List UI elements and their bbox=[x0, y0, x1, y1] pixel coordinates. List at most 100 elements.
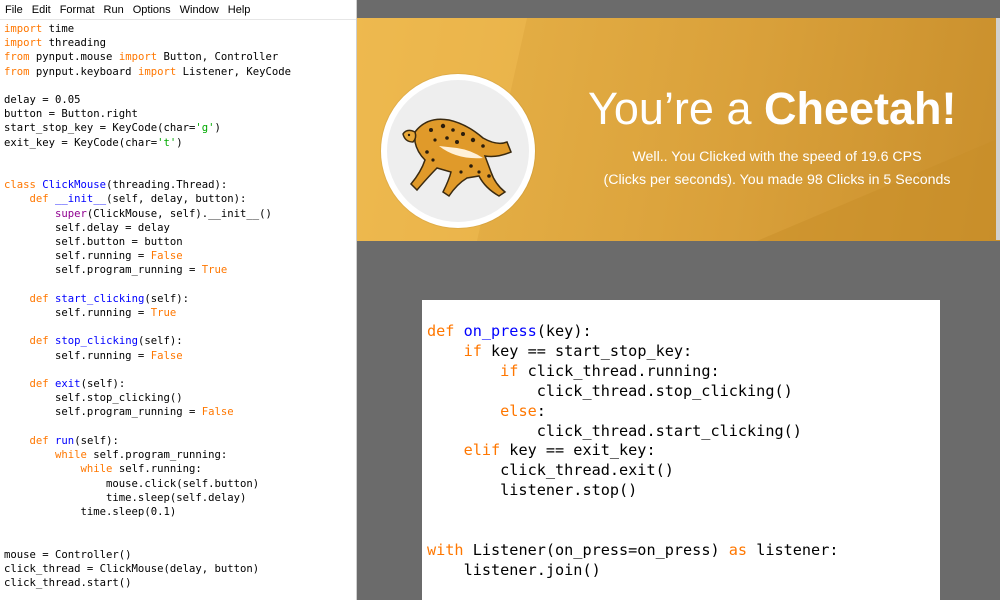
cheetah-badge bbox=[381, 74, 535, 228]
editor-code-line: import threading bbox=[4, 36, 291, 50]
snippet-code-line: if key == start_stop_key: bbox=[427, 342, 940, 362]
code-token: def bbox=[29, 292, 49, 305]
code-token: self.running = bbox=[4, 307, 151, 320]
menu-file[interactable]: File bbox=[5, 4, 23, 16]
snippet-code-line: click_thread.stop_clicking() bbox=[427, 382, 940, 402]
code-token: (self): bbox=[74, 434, 119, 447]
idle-editor-window: File Edit Format Run Options Window Help… bbox=[0, 0, 357, 600]
window-scrollbar[interactable] bbox=[996, 18, 1000, 240]
menu-options[interactable]: Options bbox=[133, 4, 171, 16]
editor-code-line bbox=[4, 533, 291, 547]
editor-code-line: self.button = button bbox=[4, 235, 291, 249]
code-token: exit_key = KeyCode(char= bbox=[4, 136, 158, 149]
code-editor-text[interactable]: import time import threading from pynput.m… bbox=[4, 22, 291, 590]
code-token: True bbox=[201, 264, 228, 277]
snippet-code-line bbox=[427, 521, 940, 541]
editor-code-line bbox=[4, 278, 291, 292]
code-token: (threading.Thread): bbox=[106, 179, 228, 192]
editor-code-line: time.sleep(0.1) bbox=[4, 505, 291, 519]
code-token: (self): bbox=[144, 292, 189, 305]
editor-code-line: from pynput.keyboard import Listener, Ke… bbox=[4, 65, 291, 79]
code-token: button = Button.right bbox=[4, 108, 138, 121]
editor-code-line: def __init__(self, delay, button): bbox=[4, 192, 291, 206]
snippet-code-line: if click_thread.running: bbox=[427, 362, 940, 382]
snippet-code-line: def on_press(key): bbox=[427, 322, 940, 342]
code-token: on_press bbox=[463, 322, 537, 340]
code-token: self.program_running: bbox=[86, 449, 228, 462]
editor-code-line: super(ClickMouse, self).__init__() bbox=[4, 207, 291, 221]
code-token: self.program_running = bbox=[4, 406, 202, 419]
snippet-code-line: listener.join() bbox=[427, 561, 940, 581]
editor-code-line: time.sleep(self.delay) bbox=[4, 491, 291, 505]
editor-code-line: exit_key = KeyCode(char='t') bbox=[4, 136, 291, 150]
code-token: import bbox=[137, 65, 177, 78]
code-token: else bbox=[500, 401, 537, 420]
code-token: as bbox=[728, 540, 748, 559]
clicks-text: (Clicks per seconds). You made bbox=[603, 172, 807, 188]
code-snippet-text: def on_press(key): if key == start_stop_… bbox=[427, 322, 940, 581]
editor-code-line: import time bbox=[4, 22, 291, 36]
editor-code-line: start_stop_key = KeyCode(char='g') bbox=[4, 121, 291, 135]
editor-code-line bbox=[4, 164, 291, 178]
menu-bar: File Edit Format Run Options Window Help bbox=[0, 0, 356, 20]
code-token: start_clicking bbox=[55, 292, 145, 305]
cps-value: 19.6 CPS bbox=[860, 149, 922, 165]
editor-code-line: button = Button.right bbox=[4, 107, 291, 121]
code-token: self.running = bbox=[4, 349, 151, 362]
code-token: ) bbox=[214, 122, 221, 135]
code-token: pynput.keyboard bbox=[29, 65, 138, 78]
editor-code-line: self.program_running = False bbox=[4, 405, 291, 419]
editor-code-line bbox=[4, 79, 291, 93]
code-token: listener: bbox=[747, 540, 839, 559]
code-token: time.sleep(0.1) bbox=[4, 505, 177, 518]
editor-code-line bbox=[4, 320, 291, 334]
code-token: delay = 0.05 bbox=[4, 94, 81, 107]
code-token: ) bbox=[176, 136, 183, 149]
code-token: listener.stop() bbox=[427, 481, 638, 500]
code-token: click_thread.start() bbox=[4, 576, 132, 589]
menu-run[interactable]: Run bbox=[104, 4, 124, 16]
code-token: self.delay = delay bbox=[4, 221, 170, 234]
snippet-code-line: elif key == exit_key: bbox=[427, 441, 940, 461]
menu-edit[interactable]: Edit bbox=[32, 4, 51, 16]
snippet-code-line: with Listener(on_press=on_press) as list… bbox=[427, 541, 940, 561]
menu-format[interactable]: Format bbox=[60, 4, 95, 16]
code-token: self.running = bbox=[4, 250, 151, 263]
code-token: while bbox=[55, 449, 87, 462]
code-snippet-panel: def on_press(key): if key == start_stop_… bbox=[422, 300, 940, 600]
code-token: start_stop_key = KeyCode(char= bbox=[4, 122, 196, 135]
editor-code-line: self.program_running = True bbox=[4, 263, 291, 277]
editor-code-line: class ClickMouse(threading.Thread): bbox=[4, 178, 291, 192]
code-token: __init__ bbox=[55, 193, 107, 206]
code-token: exit bbox=[55, 378, 81, 391]
editor-code-line: self.stop_clicking() bbox=[4, 391, 291, 405]
code-token: key == exit_key: bbox=[500, 441, 656, 460]
banner-title: You’re a Cheetah! bbox=[588, 84, 957, 134]
editor-code-line bbox=[4, 150, 291, 164]
editor-code-line: delay = 0.05 bbox=[4, 93, 291, 107]
editor-code-line: self.running = False bbox=[4, 249, 291, 263]
code-token: click_thread.stop_clicking() bbox=[427, 381, 793, 400]
menu-help[interactable]: Help bbox=[228, 4, 251, 16]
editor-code-line bbox=[4, 363, 291, 377]
snippet-code-line: click_thread.start_clicking() bbox=[427, 422, 940, 442]
banner-title-bold: Cheetah! bbox=[763, 83, 957, 134]
menu-window[interactable]: Window bbox=[180, 4, 219, 16]
code-token: time bbox=[42, 23, 75, 35]
editor-code-line: mouse = Controller() bbox=[4, 548, 291, 562]
code-token: super bbox=[55, 207, 87, 220]
code-token: def bbox=[29, 193, 49, 206]
code-token: listener.join() bbox=[427, 560, 601, 579]
editor-code-line: def run(self): bbox=[4, 434, 291, 448]
code-token: def bbox=[29, 378, 49, 391]
editor-code-line: click_thread.start() bbox=[4, 576, 291, 590]
code-token: import bbox=[118, 51, 158, 64]
code-token: stop_clicking bbox=[55, 335, 138, 348]
